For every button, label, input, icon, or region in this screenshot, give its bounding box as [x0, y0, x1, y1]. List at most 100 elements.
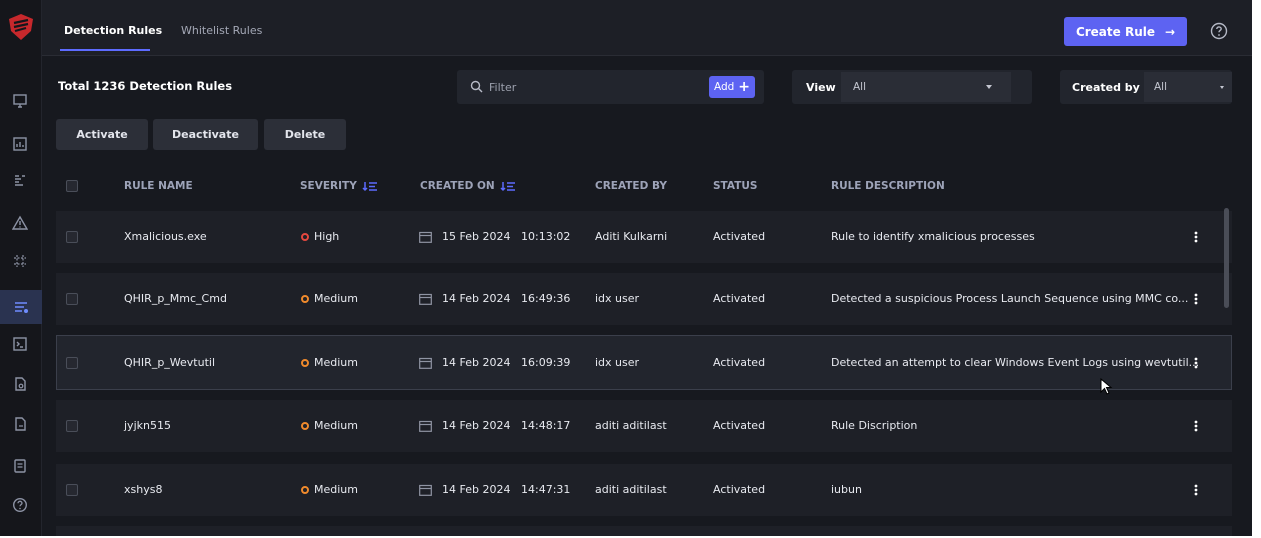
- calendar-icon: [419, 231, 432, 243]
- help-icon[interactable]: [1209, 21, 1229, 41]
- column-header-created-by[interactable]: CREATED BY: [595, 180, 667, 192]
- rule-description: Detected a suspicious Process Launch Seq…: [831, 292, 1189, 305]
- severity-medium-icon: [301, 359, 309, 367]
- created-time: 14:48:17: [521, 419, 571, 432]
- created-time: 16:49:36: [521, 292, 571, 305]
- activate-button[interactable]: Activate: [56, 119, 148, 150]
- tab-whitelist-rules[interactable]: Whitelist Rules: [181, 24, 262, 37]
- brand-logo-icon[interactable]: [6, 12, 36, 42]
- column-header-status[interactable]: STATUS: [713, 180, 757, 192]
- created-date: 14 Feb 2024: [442, 292, 511, 305]
- add-filter-button[interactable]: Add +: [709, 76, 755, 98]
- more-options-icon[interactable]: [1194, 484, 1198, 496]
- deactivate-button[interactable]: Deactivate: [153, 119, 258, 150]
- rule-name[interactable]: jyjkn515: [124, 419, 171, 432]
- calendar-icon: [419, 357, 432, 369]
- calendar-icon: [419, 293, 432, 305]
- severity-label: Medium: [314, 292, 358, 305]
- view-select[interactable]: All: [841, 72, 1011, 102]
- created-by: idx user: [595, 356, 640, 369]
- severity-label: Medium: [314, 356, 358, 369]
- rule-description: Rule to identify xmalicious processes: [831, 230, 1035, 243]
- column-header-severity[interactable]: SEVERITY: [300, 180, 378, 192]
- calendar-icon: [419, 484, 432, 496]
- row-checkbox[interactable]: [66, 293, 78, 305]
- tab-detection-rules[interactable]: Detection Rules: [64, 24, 162, 37]
- severity-medium-icon: [301, 295, 309, 303]
- rule-name[interactable]: Xmalicious.exe: [124, 230, 207, 243]
- table-scrollbar[interactable]: [1224, 208, 1229, 308]
- filter-input[interactable]: [489, 78, 689, 96]
- chart-icon[interactable]: [9, 133, 31, 155]
- rule-description: Detected an attempt to clear Windows Eve…: [831, 356, 1200, 369]
- delete-button[interactable]: Delete: [264, 119, 346, 150]
- help-icon[interactable]: [9, 494, 31, 516]
- sidebar: [0, 0, 42, 536]
- column-header-rule-name[interactable]: RULE NAME: [124, 180, 193, 192]
- created-date: 15 Feb 2024: [442, 230, 511, 243]
- more-options-icon[interactable]: [1194, 293, 1198, 305]
- rule-name[interactable]: QHIR_p_Mmc_Cmd: [124, 292, 227, 305]
- sort-descending-icon[interactable]: [500, 181, 516, 192]
- severity-medium-icon: [301, 422, 309, 430]
- view-filter: View All: [792, 70, 1032, 104]
- row-checkbox[interactable]: [66, 420, 78, 432]
- created-by-select[interactable]: All: [1144, 72, 1232, 102]
- column-header-created-on[interactable]: CREATED ON: [420, 180, 516, 192]
- created-by-label: Created by: [1072, 81, 1140, 94]
- more-options-icon[interactable]: [1194, 420, 1198, 432]
- rule-description: Rule Discription: [831, 419, 918, 432]
- more-options-icon[interactable]: [1194, 231, 1198, 243]
- rule-name[interactable]: QHIR_p_Wevtutil: [124, 356, 215, 369]
- severity-high-icon: [301, 233, 309, 241]
- created-date: 14 Feb 2024: [442, 483, 511, 496]
- add-filter-label: Add: [713, 81, 735, 93]
- file-icon[interactable]: [9, 373, 31, 395]
- table-row[interactable]: QHIR_p_Wevtutil Medium 14 Feb 2024 16:09…: [56, 335, 1232, 390]
- top-navigation: Detection Rules Whitelist Rules Create R…: [42, 0, 1252, 56]
- table-row[interactable]: jyjkn515 Medium 14 Feb 2024 14:48:17 adi…: [56, 400, 1232, 452]
- row-checkbox[interactable]: [66, 231, 78, 243]
- table-row[interactable]: Xmalicious.exe High 15 Feb 2024 10:13:02…: [56, 211, 1232, 263]
- table-row[interactable]: QHIR_p_Mmc_Cmd Medium 14 Feb 2024 16:49:…: [56, 273, 1232, 325]
- column-label: SEVERITY: [300, 180, 357, 192]
- rule-description: iubun: [831, 483, 862, 496]
- rules-icon[interactable]: [0, 290, 42, 324]
- table-row[interactable]: xshys8 Medium 14 Feb 2024 14:47:31 aditi…: [56, 464, 1232, 516]
- create-rule-button[interactable]: Create Rule →: [1064, 17, 1187, 46]
- rule-name[interactable]: xshys8: [124, 483, 162, 496]
- created-by: aditi aditilast: [595, 483, 667, 496]
- severity-badge: Medium: [301, 356, 358, 369]
- list-icon[interactable]: [9, 169, 31, 191]
- more-options-icon[interactable]: [1194, 357, 1198, 369]
- alert-icon[interactable]: [9, 212, 31, 234]
- row-checkbox[interactable]: [66, 484, 78, 496]
- active-tab-indicator: [60, 49, 150, 51]
- created-by: Aditi Kulkarni: [595, 230, 668, 243]
- row-checkbox[interactable]: [66, 357, 78, 369]
- table-row[interactable]: [56, 526, 1232, 536]
- terminal-icon[interactable]: [9, 333, 31, 355]
- document-icon[interactable]: [9, 455, 31, 477]
- file-copy-icon[interactable]: [9, 413, 31, 435]
- sort-descending-icon[interactable]: [362, 181, 378, 192]
- select-all-checkbox[interactable]: [66, 180, 78, 192]
- plus-icon: +: [738, 79, 751, 95]
- severity-label: Medium: [314, 483, 358, 496]
- filter-bar: Add +: [457, 70, 764, 104]
- column-header-rule-description[interactable]: RULE DESCRIPTION: [831, 180, 945, 192]
- arrow-right-icon: →: [1165, 24, 1176, 39]
- created-date: 14 Feb 2024: [442, 356, 511, 369]
- app-window: Detection Rules Whitelist Rules Create R…: [0, 0, 1252, 536]
- grid-icon[interactable]: [9, 250, 31, 272]
- mouse-cursor-icon: [1100, 378, 1113, 395]
- column-label: RULE NAME: [124, 180, 193, 192]
- severity-badge: Medium: [301, 292, 358, 305]
- created-by-selected-value: All: [1154, 81, 1168, 93]
- created-by: aditi aditilast: [595, 419, 667, 432]
- created-by: idx user: [595, 292, 640, 305]
- column-label: CREATED ON: [420, 180, 495, 192]
- column-label: CREATED BY: [595, 180, 668, 192]
- severity-label: High: [314, 230, 340, 243]
- monitor-icon[interactable]: [9, 90, 31, 112]
